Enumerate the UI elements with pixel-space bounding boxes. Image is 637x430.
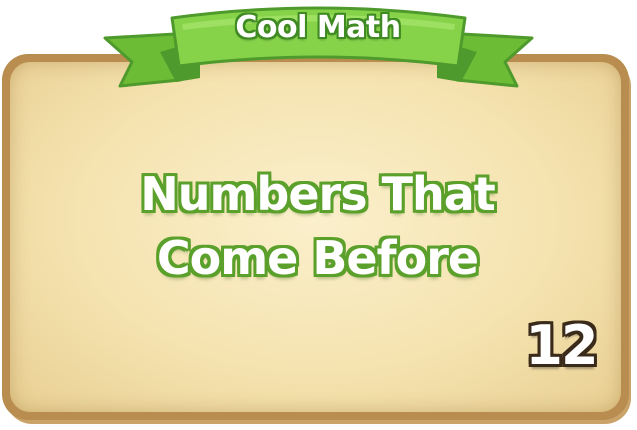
target-number: 12 [525, 314, 598, 377]
activity-title: Numbers That Come Before [60, 162, 575, 290]
activity-title-line-1: Numbers That [140, 167, 496, 221]
activity-title-line-2: Come Before [156, 231, 479, 285]
ribbon-title: Cool Math [235, 10, 401, 45]
